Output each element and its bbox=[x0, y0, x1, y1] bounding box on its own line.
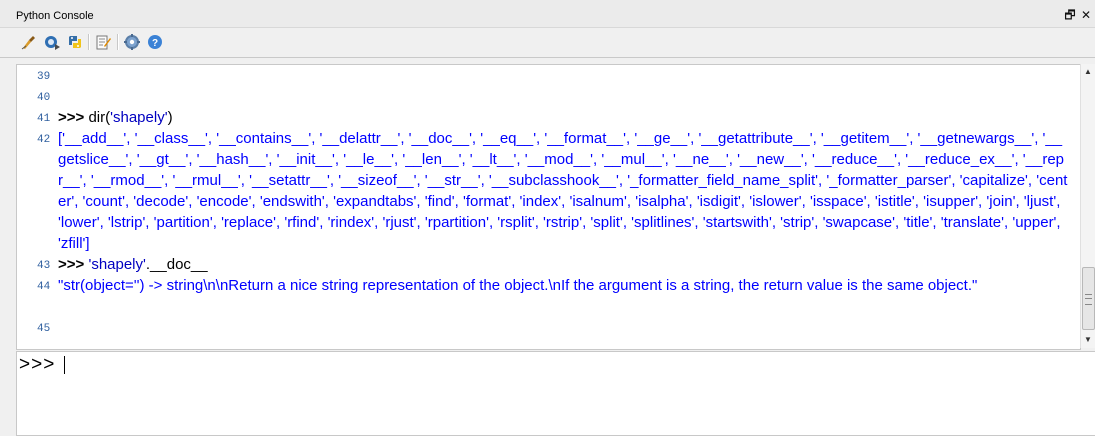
command-text: dir( bbox=[88, 109, 111, 126]
run-script-icon[interactable] bbox=[43, 33, 61, 51]
line-number: 41 bbox=[37, 113, 51, 125]
console-toolbar: ? bbox=[0, 28, 1095, 58]
console-titlebar: Python Console 🗗 ✕ bbox=[0, 0, 1095, 28]
scrollbar-thumb[interactable] bbox=[1082, 267, 1095, 330]
console-input[interactable]: >>> bbox=[16, 351, 1095, 436]
line-number: 42 bbox=[37, 134, 51, 146]
text-caret bbox=[64, 356, 65, 374]
line-text: >>> 'shapely'.__doc__ bbox=[58, 254, 1068, 275]
line-number: 39 bbox=[37, 71, 51, 83]
close-window-button[interactable]: ✕ bbox=[1080, 9, 1092, 21]
restore-window-button[interactable]: 🗗 bbox=[1064, 9, 1076, 21]
console-output[interactable]: 39 40 41 >>> dir('shapely') 42 ['__add__', '_… bbox=[16, 64, 1081, 350]
line-text: >>> dir('shapely') bbox=[58, 107, 1068, 128]
command-text: 'shapely' bbox=[88, 256, 146, 273]
show-editor-icon[interactable] bbox=[94, 33, 112, 51]
line-text: "str(object='') -> string\n\nReturn a ni… bbox=[58, 275, 1068, 296]
prompt-marker: >>> bbox=[58, 109, 89, 126]
input-prompt: >>> bbox=[19, 354, 56, 375]
command-text: 'shapely' bbox=[110, 109, 168, 126]
clear-console-icon[interactable] bbox=[20, 33, 38, 51]
python-icon[interactable] bbox=[66, 33, 84, 51]
output-text: "str(object='') -> string\n\nReturn a ni… bbox=[58, 277, 978, 294]
scroll-up-arrow-icon[interactable]: ▲ bbox=[1081, 66, 1095, 78]
line-text: ['__add__', '__class__', '__contains__',… bbox=[58, 128, 1068, 254]
console-scrollbar[interactable]: ▲ ▼ bbox=[1080, 64, 1095, 348]
command-text: .__doc__ bbox=[145, 256, 208, 273]
scroll-down-arrow-icon[interactable]: ▼ bbox=[1081, 334, 1095, 346]
line-number: 44 bbox=[37, 281, 51, 293]
toolbar-separator bbox=[88, 34, 90, 50]
prompt-marker: >>> bbox=[58, 256, 89, 273]
svg-text:?: ? bbox=[152, 38, 158, 49]
output-text: ['__add__', '__class__', '__contains__',… bbox=[58, 130, 1068, 252]
settings-icon[interactable] bbox=[123, 33, 141, 51]
line-number: 43 bbox=[37, 260, 51, 272]
toolbar-separator bbox=[117, 34, 119, 50]
line-number: 45 bbox=[37, 323, 51, 335]
command-text: ) bbox=[167, 109, 173, 126]
help-icon[interactable]: ? bbox=[146, 33, 164, 51]
window-title: Python Console bbox=[16, 10, 94, 22]
line-number: 40 bbox=[37, 92, 51, 104]
